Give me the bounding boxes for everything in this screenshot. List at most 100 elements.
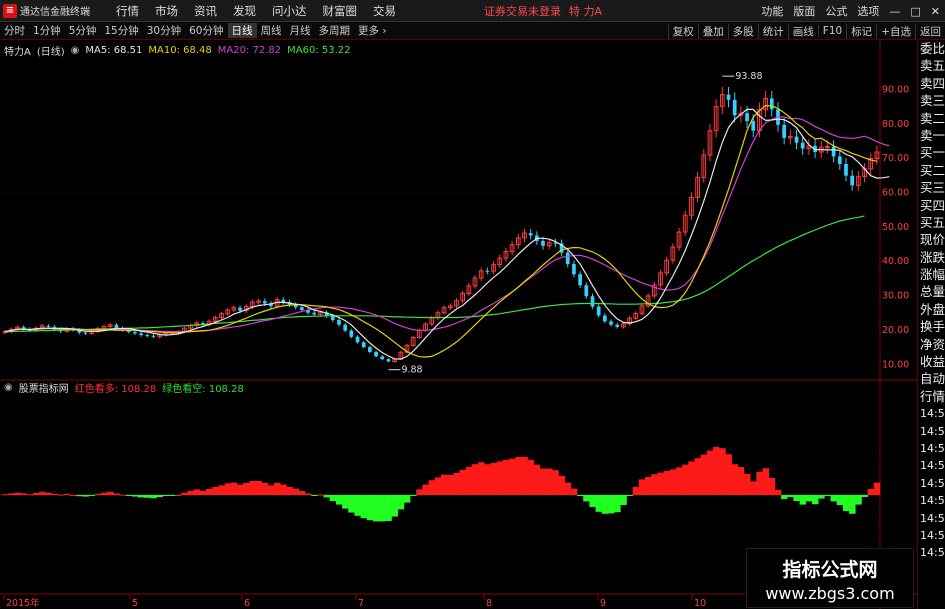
price-tick-label: 40.00	[882, 256, 909, 267]
minimize-icon[interactable]: —	[884, 5, 905, 18]
side-item[interactable]: 买四	[918, 197, 945, 214]
indicator-bar	[379, 495, 386, 522]
period-15min[interactable]: 15分钟	[100, 23, 142, 38]
tool-draw-line[interactable]: 画线	[787, 23, 818, 39]
price-tick-label: 10.00	[882, 359, 909, 370]
period-monthly[interactable]: 月线	[286, 23, 315, 38]
side-item[interactable]: 委比	[918, 40, 945, 57]
side-item[interactable]: 买二	[918, 162, 945, 179]
side-item[interactable]: 现价	[918, 231, 945, 248]
period-multi[interactable]: 多周期	[315, 23, 355, 38]
side-time: 14:50	[920, 494, 945, 508]
side-item[interactable]: 买五	[918, 214, 945, 231]
period-5min[interactable]: 5分钟	[65, 23, 101, 38]
side-item[interactable]: 总量	[918, 283, 945, 300]
menu-discover[interactable]: 发现	[225, 3, 264, 19]
menu-wealth-circle[interactable]: 财富圈	[315, 3, 366, 19]
side-item[interactable]: 卖一	[918, 127, 945, 144]
tool-f10[interactable]: F10	[817, 25, 846, 37]
tool-overlay[interactable]: 叠加	[697, 23, 728, 39]
side-item[interactable]: 自动	[918, 370, 945, 387]
close-icon[interactable]: ✕	[926, 5, 945, 18]
tool-statistics[interactable]: 统计	[757, 23, 788, 39]
kline-chart[interactable]: 90.00 80.00 70.00 60.00 50.00 40.00 30.00 20.00…	[0, 40, 917, 609]
candle-body	[368, 347, 372, 352]
candle-body	[312, 312, 317, 315]
period-intraday[interactable]: 分时	[0, 23, 29, 38]
indicator-bar	[422, 484, 429, 495]
indicator-bar	[70, 495, 77, 496]
indicator-bar	[131, 495, 139, 497]
indicator-bar	[607, 495, 615, 514]
indicator-bar	[533, 464, 541, 495]
side-item[interactable]: 买一	[918, 144, 945, 161]
tool-add-watchlist[interactable]: +自选	[876, 23, 915, 39]
quote-side-panel: 委比 卖五 卖四 卖三 卖二 卖一 买一 买二 买三 买四 买五 现价 涨跌 涨幅 总量 外盘 换手 净资 收益 自动…	[917, 40, 945, 609]
indicator-bar	[539, 468, 547, 495]
price-tick-label: 60.00	[882, 188, 909, 199]
menu-trade[interactable]: 交易	[365, 3, 404, 19]
indicator-bar	[842, 495, 850, 511]
candle-body	[578, 274, 582, 286]
indicator-bar	[26, 494, 34, 496]
side-item[interactable]: 卖三	[918, 92, 945, 109]
indicator-bar	[830, 495, 838, 502]
period-weekly[interactable]: 周线	[257, 23, 286, 38]
side-item[interactable]: 卖四	[918, 75, 945, 92]
maximize-icon[interactable]: □	[905, 5, 925, 18]
indicator-bar	[181, 492, 188, 495]
menu-news[interactable]: 资讯	[186, 3, 225, 19]
menu-market-quotes[interactable]: 行情	[108, 3, 147, 19]
side-time: 14:50	[920, 476, 945, 490]
candle-body	[337, 319, 341, 325]
menu-market[interactable]: 市场	[147, 3, 186, 19]
tool-multi-stock[interactable]: 多股	[727, 23, 758, 39]
side-item[interactable]: 收益	[918, 353, 945, 370]
indicator-bar	[459, 469, 467, 495]
indicator-bar	[8, 493, 15, 495]
menu-functions[interactable]: 功能	[756, 3, 788, 19]
period-60min[interactable]: 60分钟	[185, 23, 227, 38]
menu-layout[interactable]: 版面	[788, 3, 820, 19]
candle-body	[837, 156, 842, 165]
side-item[interactable]: 涨跌	[918, 249, 945, 266]
indicator-bar	[119, 494, 126, 496]
price-tick-label: 30.00	[882, 291, 909, 302]
menu-ask-xiaoda[interactable]: 问小达	[264, 3, 315, 19]
date-tick-label: 10	[694, 598, 706, 609]
indicator-bar	[20, 493, 28, 495]
indicator-bar	[682, 464, 689, 495]
indicator-bar	[243, 483, 250, 495]
side-item[interactable]: 净资	[918, 336, 945, 353]
indicator-bar	[2, 494, 9, 496]
side-item[interactable]: 买三	[918, 179, 945, 196]
menu-formula[interactable]: 公式	[820, 3, 852, 19]
side-item[interactable]: 卖五	[918, 57, 945, 74]
indicator-bar	[39, 491, 46, 495]
period-1min[interactable]: 1分钟	[29, 23, 65, 38]
side-item[interactable]: 涨幅	[918, 266, 945, 283]
side-item[interactable]: 行情	[918, 388, 945, 405]
indicator-bar	[570, 488, 578, 495]
indicator-bar	[595, 495, 603, 512]
tool-mark[interactable]: 标记	[846, 23, 876, 39]
tool-adjust[interactable]: 复权	[667, 23, 698, 39]
menu-options[interactable]: 选项	[852, 3, 884, 19]
login-status[interactable]: 证券交易未登录	[484, 3, 561, 19]
indicator-bar	[342, 495, 349, 509]
side-item[interactable]: 外盘	[918, 301, 945, 318]
indicator-bar	[57, 494, 65, 496]
tool-back[interactable]: 返回	[915, 23, 945, 39]
candle-body	[355, 336, 360, 343]
indicator-bar	[805, 495, 813, 502]
period-more[interactable]: 更多 ›	[354, 23, 391, 38]
side-item[interactable]: 换手	[918, 318, 945, 335]
period-30min[interactable]: 30分钟	[143, 23, 185, 38]
side-item[interactable]: 卖二	[918, 110, 945, 127]
candle-body	[541, 240, 545, 246]
indicator-bar	[601, 495, 609, 514]
indicator-bar	[403, 495, 411, 503]
candle-body	[584, 285, 589, 297]
period-daily[interactable]: 日线	[227, 23, 257, 38]
candle-body	[300, 307, 304, 310]
